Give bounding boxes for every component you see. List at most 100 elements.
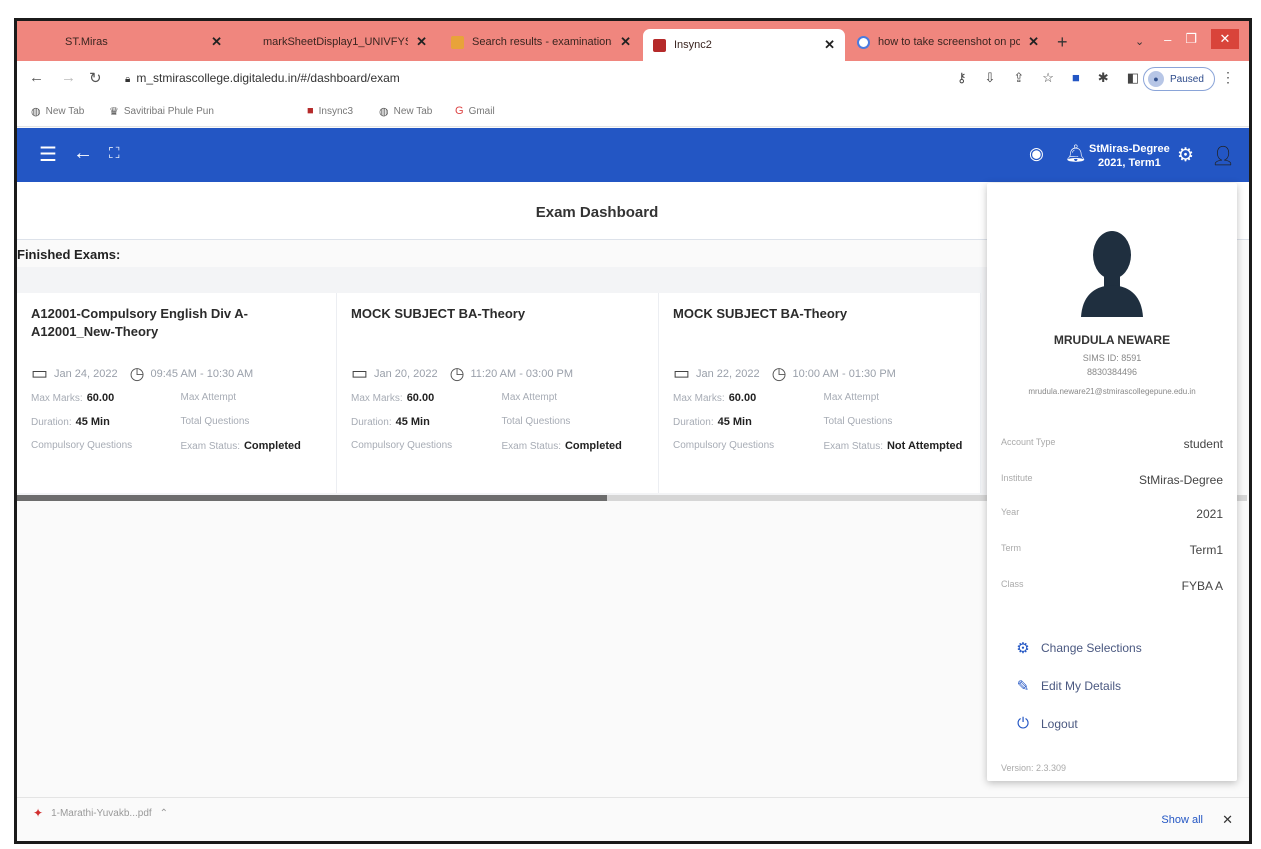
tab-marksheet[interactable]: markSheetDisplay1_UNIVFYSY ✕ <box>239 27 437 57</box>
window-close-icon[interactable]: ✕ <box>1211 29 1239 49</box>
bookmark-new-tab-2[interactable]: ◍ New Tab <box>379 105 432 118</box>
clock-icon: ◷ <box>771 363 787 383</box>
exam-title: MOCK SUBJECT BA-Theory <box>673 306 848 321</box>
tab-title: ST.Miras <box>65 36 108 48</box>
profile-row-institute: Institute StMiras-Degree <box>1001 473 1223 487</box>
tab-title: Insync2 <box>674 39 712 51</box>
close-icon[interactable]: ✕ <box>416 34 427 50</box>
institute-selector[interactable]: StMiras-Degree 2021, Term1 <box>1089 142 1170 170</box>
notification-bell-icon[interactable]: 🔔︎ <box>1065 144 1087 164</box>
profile-paused-button[interactable]: ● Paused <box>1143 67 1215 91</box>
profile-status: Paused <box>1170 73 1204 85</box>
toolbar-icons: ⚷ ⇩ ⇪ ☆ ■ ✱ ◧ <box>957 70 1139 86</box>
tab-search-dropdown-icon[interactable]: ⌄ <box>1135 35 1144 48</box>
pdf-icon: ✦ <box>33 806 44 820</box>
side-panel-icon[interactable]: ◧ <box>1127 70 1139 86</box>
exam-card[interactable]: MOCK SUBJECT BA-Theory ▭ Jan 20, 2022 ◷ … <box>337 293 659 493</box>
reload-icon[interactable]: ↻ <box>89 69 102 87</box>
exam-date: Jan 22, 2022 <box>696 367 760 380</box>
tab-insync2[interactable]: Insync2 ✕ <box>643 29 845 61</box>
extension-search-icon[interactable]: ■ <box>1072 70 1080 86</box>
duration-label: Duration <box>31 417 69 428</box>
key-icon[interactable]: ⚷ <box>957 70 967 86</box>
exam-date: Jan 24, 2022 <box>54 367 118 380</box>
field-label: Term <box>1001 543 1021 553</box>
calendar-icon: ▭ <box>673 363 691 383</box>
max-marks-value: 60.00 <box>86 392 115 404</box>
menu-icon[interactable]: ☰ <box>39 142 57 167</box>
change-selections-button[interactable]: ⚙ Change Selections <box>1015 639 1141 657</box>
back-icon[interactable]: ← <box>29 69 44 86</box>
minimize-icon[interactable]: – <box>1164 32 1171 47</box>
settings-gear-icon[interactable]: ⚙ <box>1177 144 1194 167</box>
close-icon[interactable]: ✕ <box>620 34 631 50</box>
duration-value: 45 Min <box>75 416 110 428</box>
max-marks-label: Max Marks <box>351 393 400 404</box>
show-all-link[interactable]: Show all <box>1161 814 1203 826</box>
tab-screenshot-search[interactable]: how to take screenshot on pc ✕ <box>847 27 1049 57</box>
maximize-icon[interactable]: ❐ <box>1185 31 1197 47</box>
extensions-puzzle-icon[interactable]: ✱ <box>1098 70 1109 86</box>
exam-time: 10:00 AM - 01:30 PM <box>792 367 896 380</box>
tab-stmiras[interactable]: ST.Miras ✕ <box>27 27 232 57</box>
max-marks-value: 60.00 <box>728 392 757 404</box>
url-field[interactable]: 🔒︎ m_stmirascollege.digitaledu.in/#/dashb… <box>125 71 400 85</box>
back-arrow-icon[interactable]: ← <box>73 142 93 167</box>
close-icon[interactable]: ✕ <box>1222 812 1233 828</box>
install-icon[interactable]: ⇩ <box>984 70 995 86</box>
tab-title: markSheetDisplay1_UNIVFYSY <box>263 36 409 48</box>
insync-icon <box>653 38 666 52</box>
scrollbar-thumb[interactable] <box>17 495 607 501</box>
profile-phone: 8830384496 <box>1086 367 1138 377</box>
clock-icon: ◷ <box>129 363 145 383</box>
compulsory-questions-label: Compulsory Questions <box>351 440 453 451</box>
total-questions-label: Total Questions <box>823 416 893 427</box>
browser-menu-icon[interactable]: ⋮ <box>1221 69 1235 86</box>
window-controls: – ❐ ✕ <box>1164 29 1239 49</box>
max-marks-value: 60.00 <box>406 392 435 404</box>
bookmark-gmail[interactable]: G Gmail <box>455 105 495 117</box>
bookmark-label: Savitribai Phule Pun <box>123 106 214 117</box>
exam-card[interactable]: A12001-Compulsory English Div A-A12001_N… <box>17 293 337 493</box>
globe-icon: ◍ <box>379 106 389 118</box>
user-icon[interactable]: 👤︎ <box>1211 144 1235 168</box>
duration-label: Duration <box>351 417 389 428</box>
bookmark-new-tab[interactable]: ◍ New Tab <box>31 105 84 118</box>
exam-schedule: ▭ Jan 20, 2022 ◷ 11:20 AM - 03:00 PM <box>351 363 644 384</box>
exam-card[interactable]: MOCK SUBJECT BA-Theory ▭ Jan 22, 2022 ◷ … <box>659 293 981 493</box>
edit-details-button[interactable]: ✎ Edit My Details <box>1015 677 1121 695</box>
bookmark-star-icon[interactable]: ☆ <box>1042 70 1054 86</box>
bookmark-savitribai[interactable]: ♛ Savitribai Phule Pun <box>109 105 214 118</box>
institute-name: StMiras-Degree <box>1089 143 1170 155</box>
action-label: Logout <box>1041 716 1078 731</box>
fullscreen-icon[interactable]: ⛶ <box>109 142 120 167</box>
exam-date: Jan 20, 2022 <box>374 367 438 380</box>
calendar-icon: ▭ <box>31 363 49 383</box>
close-icon[interactable]: ✕ <box>1028 34 1039 50</box>
share-icon[interactable]: ⇪ <box>1013 70 1024 86</box>
bookmark-label: Gmail <box>468 105 495 117</box>
duration-value: 45 Min <box>395 416 430 428</box>
exam-status-value: Completed <box>564 440 622 452</box>
profile-sims-id: SIMS ID: 8591 <box>1082 353 1142 363</box>
exam-schedule: ▭ Jan 22, 2022 ◷ 10:00 AM - 01:30 PM <box>673 363 966 384</box>
field-value: 2021 <box>1196 507 1223 521</box>
download-filename: 1-Marathi-Yuvakb...pdf <box>51 807 152 819</box>
close-icon[interactable]: ✕ <box>824 37 835 53</box>
profile-row-class: Class FYBA A <box>1001 579 1223 593</box>
exam-status-label: Exam Status <box>823 441 881 452</box>
profile-name: MRUDULA NEWARE <box>1053 333 1171 347</box>
new-tab-button[interactable]: + <box>1057 32 1068 53</box>
bookmark-insync3[interactable]: ■ Insync3 <box>307 105 353 117</box>
download-item[interactable]: ✦ 1-Marathi-Yuvakb...pdf ⌃ <box>33 806 168 820</box>
tab-search-results[interactable]: Search results - examinations ✕ <box>441 27 641 57</box>
forward-icon[interactable]: → <box>61 69 76 86</box>
duration-value: 45 Min <box>717 416 752 428</box>
profile-panel: MRUDULA NEWARE SIMS ID: 8591 8830384496 … <box>987 183 1237 781</box>
profile-row-year: Year 2021 <box>1001 507 1223 521</box>
exam-details: Max Marks: 60.00 Max Attempt Duration: 45 … <box>351 392 622 452</box>
logout-button[interactable]: ⏻ Logout <box>1015 715 1078 732</box>
close-icon[interactable]: ✕ <box>211 34 222 50</box>
calendar-icon: ▭ <box>351 363 369 383</box>
chevron-up-icon[interactable]: ⌃ <box>160 808 168 819</box>
